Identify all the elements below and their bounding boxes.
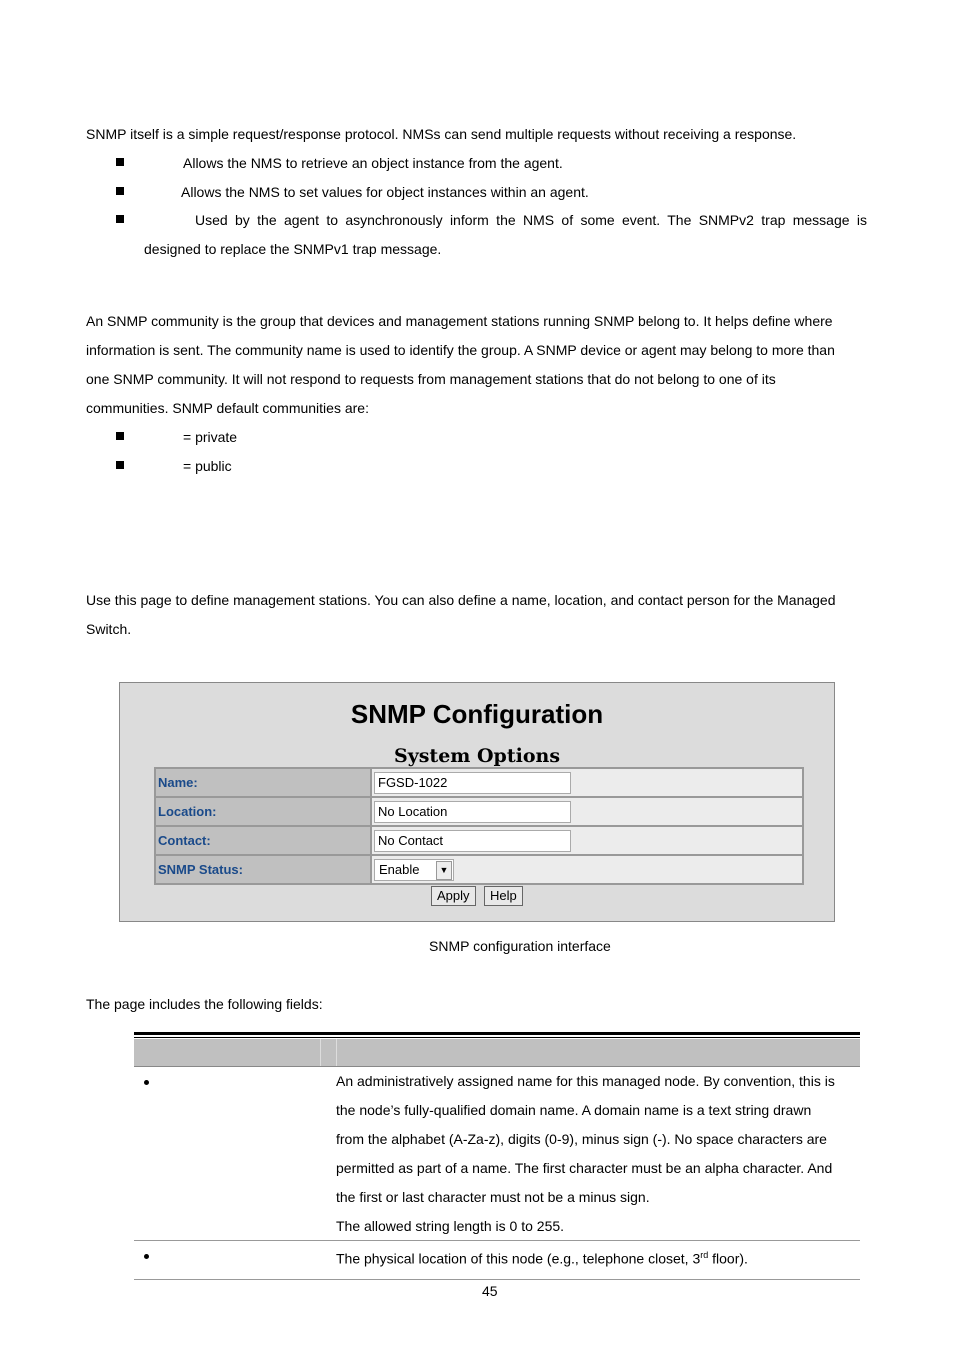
- apply-button[interactable]: Apply: [431, 886, 476, 906]
- usepage-line: Use this page to define management stati…: [86, 592, 836, 608]
- divider: [134, 1037, 860, 1038]
- community-private: = private: [183, 429, 238, 445]
- panel-title: SNMP Configuration: [350, 699, 604, 729]
- divider: [134, 1032, 860, 1035]
- community-public: = public: [183, 458, 232, 474]
- contact-row: Contact: No Contact: [156, 827, 802, 854]
- status-value: Enable: [379, 862, 420, 877]
- page-number: 45: [482, 1283, 498, 1299]
- bullet-text-cont: designed to replace the SNMPv1 trap mess…: [144, 241, 442, 257]
- snmp-config-panel: SNMP Configuration System Options Name: …: [119, 682, 835, 922]
- bullet-dot: [144, 1254, 149, 1259]
- name-input[interactable]: FGSD-1022: [374, 772, 571, 794]
- location-label: Location:: [156, 798, 370, 825]
- name-desc: the first or last character must not be …: [336, 1189, 650, 1205]
- name-desc: An administratively assigned name for th…: [336, 1073, 835, 1089]
- bullet-dot: [144, 1080, 149, 1085]
- figure-caption: SNMP configuration interface: [429, 938, 611, 954]
- help-button[interactable]: Help: [484, 886, 523, 906]
- bullet-square: [116, 215, 124, 223]
- community-line: one SNMP community. It will not respond …: [86, 371, 776, 387]
- bullet-text: Used by the agent to asynchronously info…: [195, 212, 867, 228]
- intro-text: SNMP itself is a simple request/response…: [86, 126, 797, 142]
- location-desc: The physical location of this node (e.g.…: [336, 1246, 748, 1268]
- usepage-line: Switch.: [86, 621, 132, 637]
- name-desc: from the alphabet (A-Za-z), digits (0-9)…: [336, 1131, 827, 1147]
- document-page: SNMP itself is a simple request/response…: [0, 0, 954, 1350]
- bullet-text: Allows the NMS to retrieve an object ins…: [183, 155, 563, 171]
- name-row: Name: FGSD-1022: [156, 769, 802, 796]
- community-line: information is sent. The community name …: [86, 342, 835, 358]
- location-desc-text: The physical location of this node (e.g.…: [336, 1250, 701, 1267]
- panel-subtitle: System Options: [393, 745, 561, 767]
- name-desc: permitted as part of a name. The first c…: [336, 1160, 833, 1176]
- contact-input[interactable]: No Contact: [374, 830, 571, 852]
- status-row: SNMP Status: Enable ▼: [156, 856, 802, 883]
- location-input[interactable]: No Location: [374, 801, 571, 823]
- bullet-square: [116, 158, 124, 166]
- community-line: An SNMP community is the group that devi…: [86, 313, 833, 329]
- row-divider: [134, 1279, 860, 1280]
- location-row: Location: No Location: [156, 798, 802, 825]
- contact-label: Contact:: [156, 827, 370, 854]
- bullet-square: [116, 461, 124, 469]
- bullet-text: Allows the NMS to set values for object …: [181, 184, 589, 200]
- location-desc-text: floor).: [708, 1250, 748, 1267]
- system-options-table: Name: FGSD-1022 Location: No Location Co…: [154, 767, 804, 885]
- bullet-square: [116, 432, 124, 440]
- status-label: SNMP Status:: [156, 856, 370, 883]
- table-header: [134, 1039, 860, 1067]
- name-desc: The allowed string length is 0 to 255.: [336, 1218, 565, 1234]
- status-select[interactable]: Enable ▼: [374, 859, 454, 881]
- row-divider: [134, 1240, 860, 1241]
- community-line: communities. SNMP default communities ar…: [86, 400, 369, 416]
- name-label: Name:: [156, 769, 370, 796]
- fields-intro: The page includes the following fields:: [86, 996, 323, 1012]
- name-desc: the node’s fully-qualified domain name. …: [336, 1102, 812, 1118]
- chevron-down-icon[interactable]: ▼: [436, 861, 452, 880]
- bullet-square: [116, 187, 124, 195]
